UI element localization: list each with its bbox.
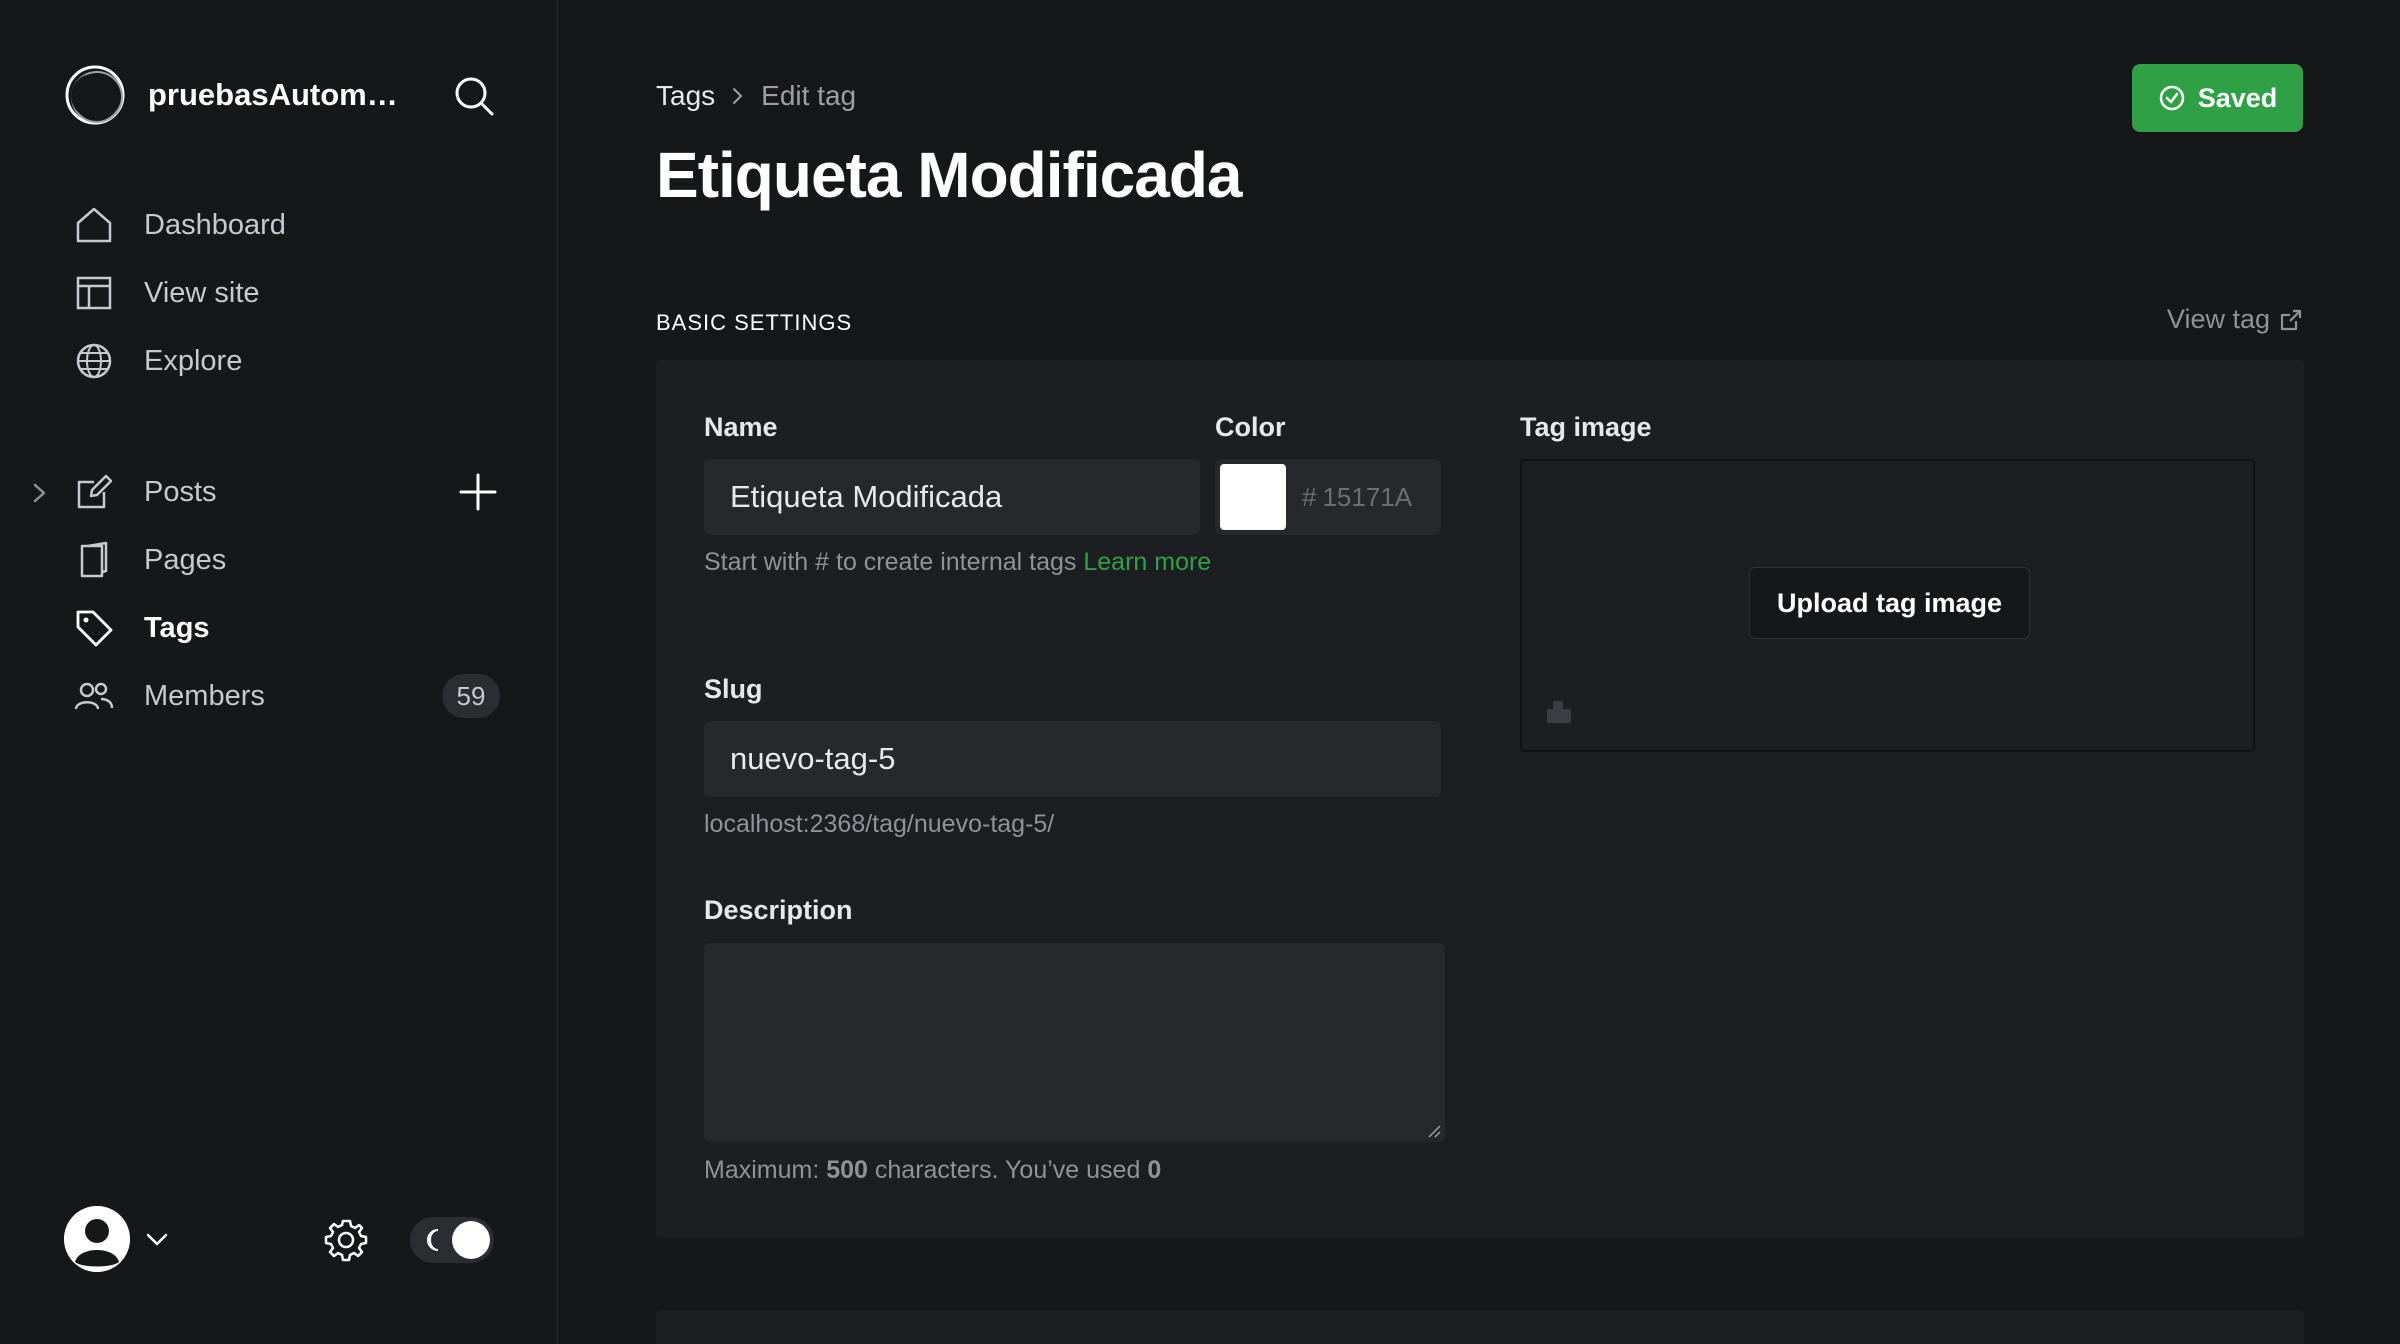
sidebar-item-view-site[interactable]: View site: [74, 263, 504, 323]
sidebar-item-members[interactable]: Members 59: [74, 666, 504, 726]
user-menu[interactable]: [64, 1206, 172, 1272]
sidebar-item-label: Explore: [144, 344, 243, 377]
page-title: Etiqueta Modificada: [656, 139, 1242, 211]
resize-handle-icon[interactable]: [1425, 1122, 1441, 1138]
check-circle-icon: [2159, 85, 2184, 111]
slug-label: Slug: [704, 674, 763, 704]
site-logo-icon: [65, 65, 125, 125]
hex-hash: #: [1302, 481, 1317, 512]
breadcrumb-tags-link[interactable]: Tags: [656, 80, 715, 112]
color-hex-input[interactable]: 15171A: [1322, 482, 1412, 513]
plus-icon[interactable]: [458, 472, 498, 512]
moon-icon: [427, 1229, 439, 1251]
globe-icon: [76, 343, 112, 379]
name-hint-text: Start with # to create internal tags: [704, 548, 1084, 576]
external-link-icon: [2280, 309, 2302, 330]
avatar: [64, 1206, 130, 1272]
char-hint-prefix: Maximum:: [704, 1156, 827, 1184]
sidebar-item-label: Posts: [144, 475, 217, 508]
tag-image-label: Tag image: [1520, 412, 1652, 442]
sidebar-item-label: Dashboard: [144, 208, 286, 241]
pages-icon: [80, 541, 108, 578]
sidebar-item-label: Pages: [144, 543, 227, 576]
color-field: # 15171A: [1215, 459, 1441, 535]
breadcrumb: Tags Edit tag: [656, 80, 856, 112]
layout-icon: [76, 276, 112, 310]
next-settings-card: [656, 1310, 2304, 1344]
home-icon: [76, 207, 112, 243]
description-label: Description: [704, 895, 853, 925]
sidebar: pruebasAutoma... Dashboard View site Exp…: [0, 0, 558, 1344]
main-content: Tags Edit tag Etiqueta Modificada Saved …: [559, 0, 2400, 1344]
section-heading: BASIC SETTINGS: [656, 310, 853, 335]
name-input[interactable]: Etiqueta Modificada: [704, 459, 1200, 535]
dark-mode-toggle[interactable]: [410, 1217, 494, 1263]
site-title: pruebasAutoma...: [148, 77, 408, 112]
sidebar-item-posts[interactable]: Posts: [74, 462, 434, 522]
learn-more-link[interactable]: Learn more: [1083, 548, 1211, 576]
settings-button[interactable]: [324, 1218, 368, 1262]
sidebar-item-tags[interactable]: Tags: [74, 598, 504, 658]
sidebar-item-label: Tags: [144, 611, 210, 644]
description-char-count: Maximum: 500 characters. You’ve used 0: [704, 1150, 1161, 1191]
sidebar-item-explore[interactable]: Explore: [74, 331, 504, 391]
color-label: Color: [1215, 412, 1286, 442]
gear-icon: [324, 1219, 368, 1262]
chevron-right-icon: [733, 88, 743, 104]
members-count-badge: 59: [442, 674, 500, 718]
edit-icon: [77, 474, 113, 509]
sidebar-item-pages[interactable]: Pages: [74, 530, 504, 590]
chevron-down-icon: [146, 1233, 168, 1246]
name-label: Name: [704, 412, 778, 442]
view-tag-link[interactable]: View tag: [2167, 304, 2304, 335]
basic-settings-card: Name Etiqueta Modificada Start with # to…: [656, 360, 2304, 1238]
tag-icon: [76, 610, 113, 647]
sidebar-item-dashboard[interactable]: Dashboard: [74, 195, 504, 255]
char-hint-middle: characters. You’ve used: [867, 1156, 1148, 1184]
char-max: 500: [826, 1156, 868, 1184]
image-placeholder-icon: [1547, 701, 1571, 723]
save-button-label: Saved: [2197, 82, 2278, 113]
color-swatch[interactable]: [1220, 464, 1286, 530]
char-used: 0: [1147, 1156, 1162, 1184]
name-hint: Start with # to create internal tags Lea…: [704, 542, 1224, 583]
breadcrumb-current: Edit tag: [761, 80, 857, 111]
sidebar-item-label: View site: [144, 276, 260, 309]
chevron-right-icon[interactable]: [28, 478, 52, 508]
slug-url-preview: localhost:2368/tag/nuevo-tag-5/: [704, 810, 1055, 838]
save-button[interactable]: Saved: [2132, 64, 2303, 132]
search-button[interactable]: [452, 74, 496, 118]
sidebar-item-label: Members: [144, 679, 265, 712]
brand[interactable]: pruebasAutoma...: [64, 64, 408, 126]
members-icon: [74, 682, 114, 710]
toggle-knob: [452, 1221, 490, 1259]
upload-tag-image-button[interactable]: Upload tag image: [1749, 567, 2030, 639]
user-icon: [64, 1206, 130, 1272]
description-textarea[interactable]: [704, 943, 1445, 1142]
view-tag-label: View tag: [2166, 304, 2270, 334]
search-icon: [455, 77, 494, 116]
tag-image-dropzone[interactable]: Upload tag image: [1520, 459, 2255, 752]
slug-input[interactable]: nuevo-tag-5: [704, 721, 1441, 797]
